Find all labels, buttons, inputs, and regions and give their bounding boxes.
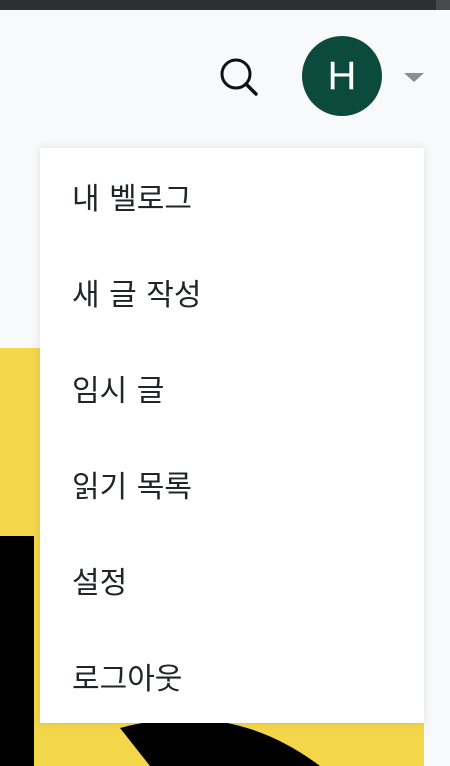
- user-menu-toggle[interactable]: [402, 70, 426, 84]
- search-icon: [214, 52, 262, 100]
- menu-item-write-post[interactable]: 새 글 작성: [40, 244, 424, 340]
- menu-item-label: 로그아웃: [72, 662, 183, 697]
- user-avatar[interactable]: H: [302, 36, 382, 116]
- user-dropdown-menu: 내 벨로그 새 글 작성 임시 글 읽기 목록 설정 로그아웃: [40, 148, 424, 723]
- menu-item-label: 설정: [72, 566, 128, 601]
- window-top-bar: [0, 0, 450, 10]
- menu-item-label: 임시 글: [72, 374, 165, 409]
- avatar-initial: H: [327, 53, 357, 98]
- menu-item-logout[interactable]: 로그아웃: [40, 628, 424, 724]
- menu-item-label: 읽기 목록: [72, 470, 192, 505]
- menu-item-my-velog[interactable]: 내 벨로그: [40, 148, 424, 244]
- window-top-bar-edge: [436, 0, 450, 10]
- search-button[interactable]: [214, 52, 262, 100]
- menu-item-label: 새 글 작성: [72, 278, 202, 313]
- menu-item-label: 내 벨로그: [72, 182, 192, 217]
- menu-item-reading-list[interactable]: 읽기 목록: [40, 436, 424, 532]
- caret-down-icon: [402, 70, 426, 84]
- menu-item-drafts[interactable]: 임시 글: [40, 340, 424, 436]
- menu-item-settings[interactable]: 설정: [40, 532, 424, 628]
